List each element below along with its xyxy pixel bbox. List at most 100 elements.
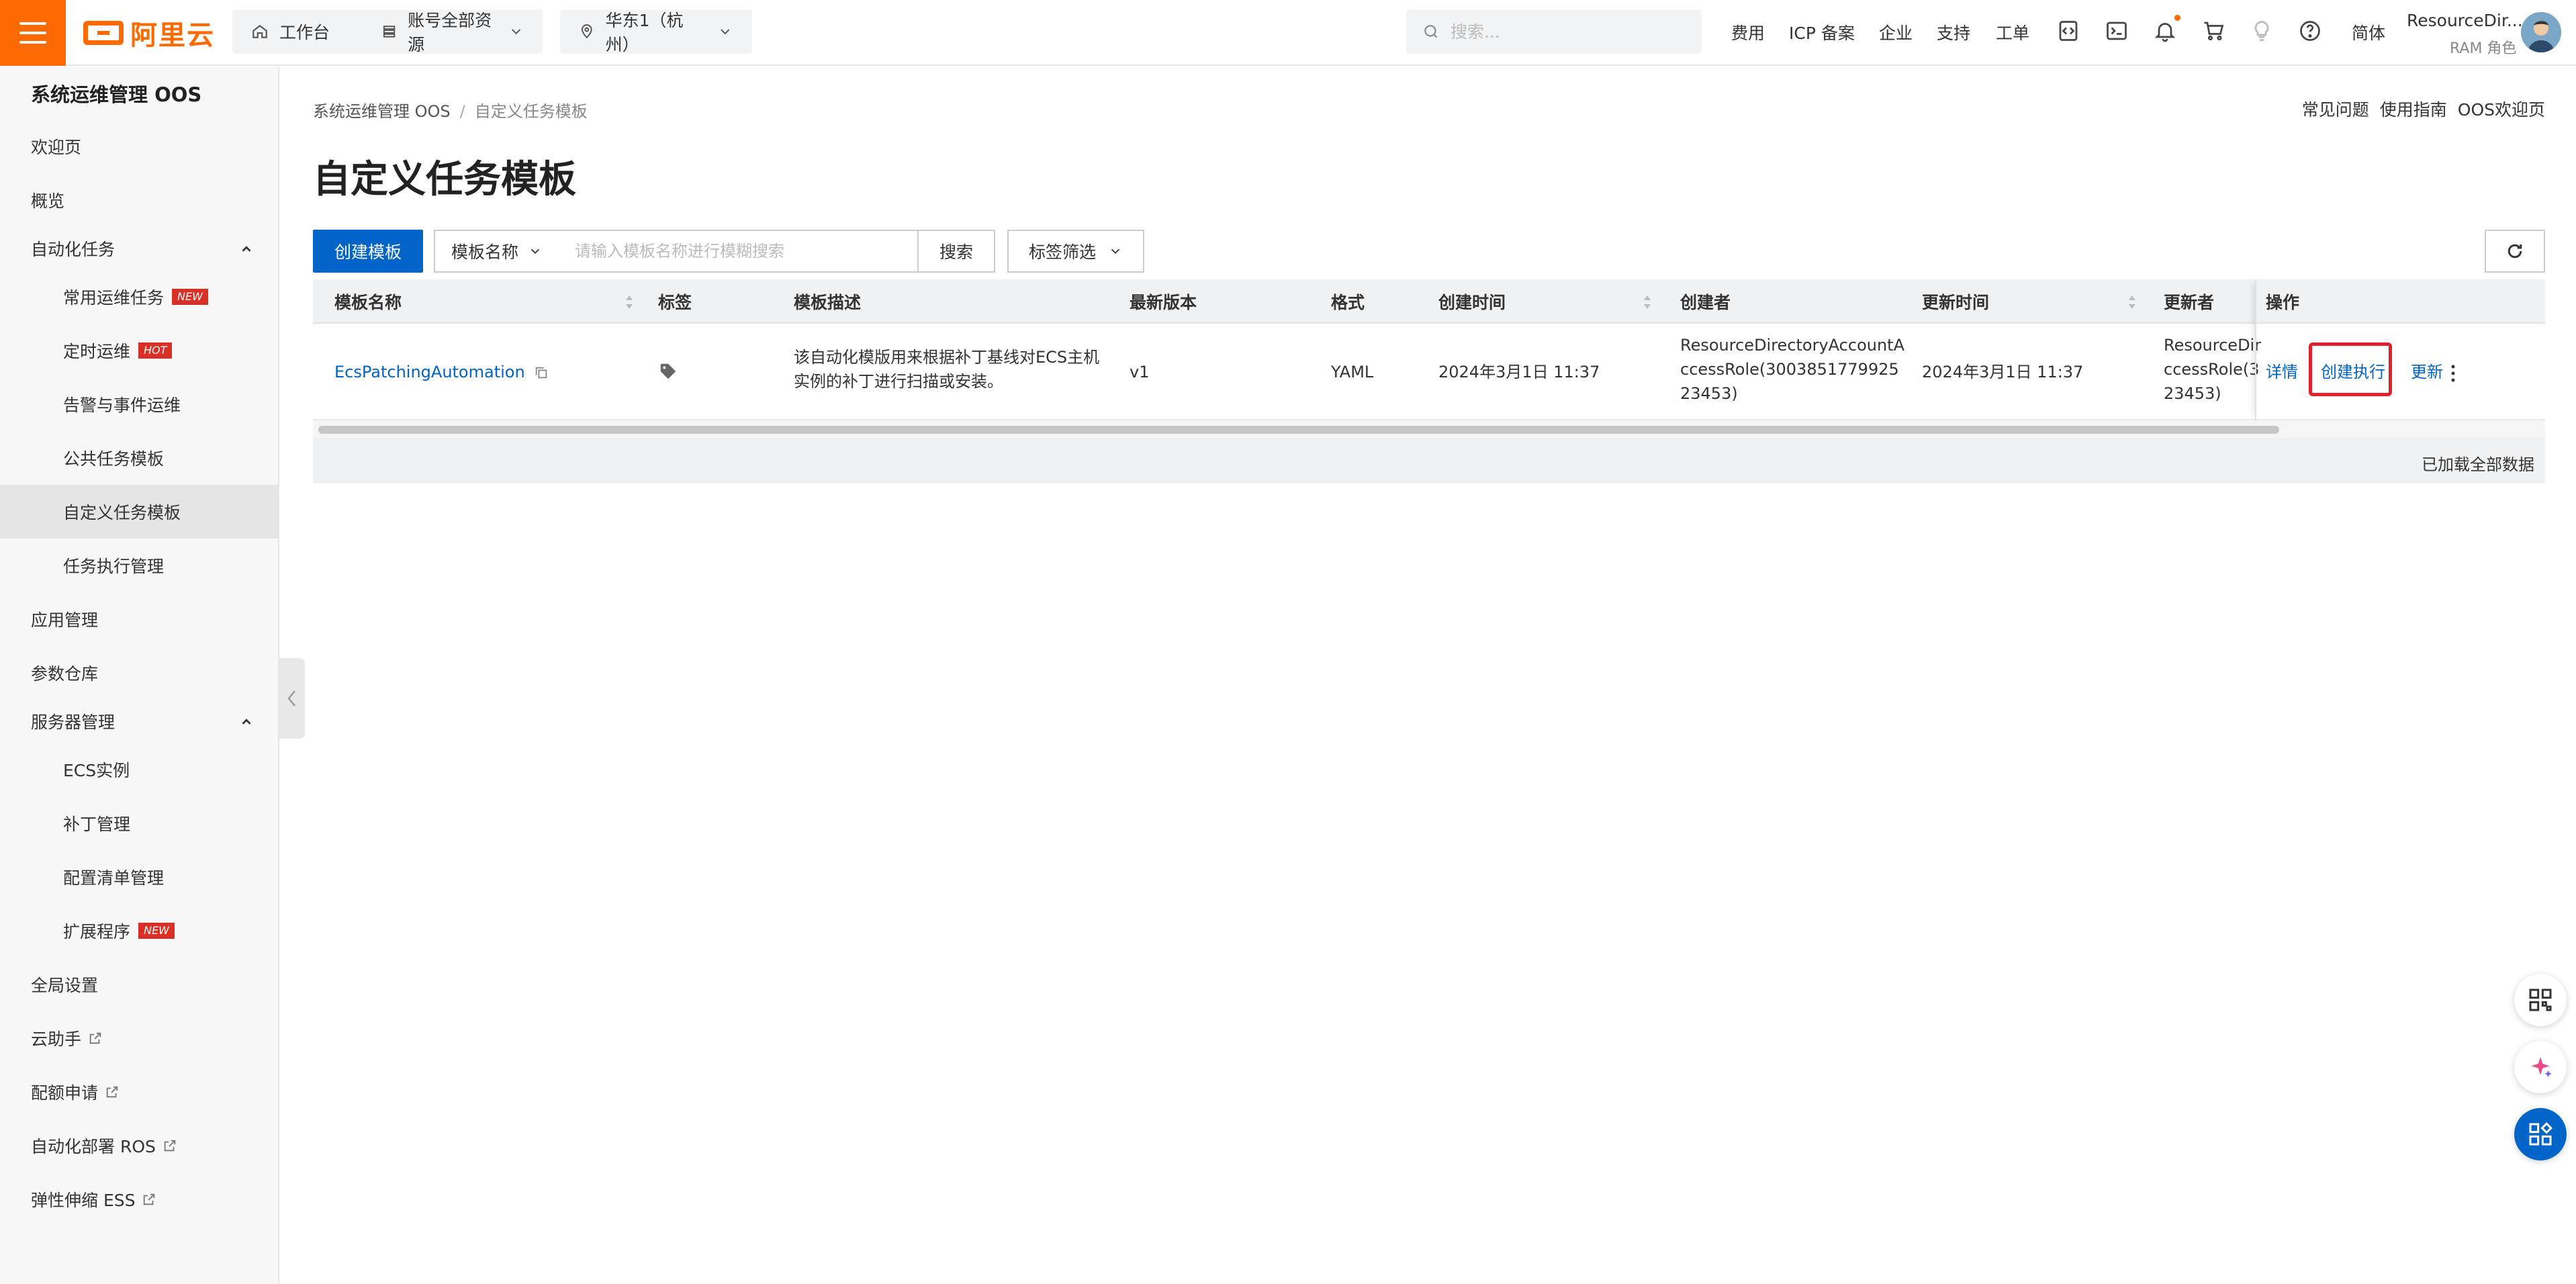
open-new-window-icon[interactable] — [534, 365, 549, 380]
sidebar-item-cloud-assistant[interactable]: 云助手 — [0, 1011, 278, 1065]
user-name[interactable]: ResourceDir... — [2407, 11, 2523, 30]
notification-dot — [2174, 15, 2180, 21]
more-options-icon[interactable] — [2448, 363, 2458, 384]
oos-welcome-link[interactable]: OOS欢迎页 — [2458, 97, 2545, 121]
template-format: YAML — [1331, 363, 1374, 381]
terminal-icon[interactable] — [2105, 19, 2129, 43]
sidebar-item-custom-templates[interactable]: 自定义任务模板 — [0, 485, 278, 539]
column-header-tags: 标签 — [658, 293, 692, 312]
code-icon[interactable] — [2056, 19, 2080, 43]
search-button[interactable]: 搜索 — [917, 230, 995, 273]
update-link[interactable]: 更新 — [2411, 360, 2443, 384]
topnav-link-ticket[interactable]: 工单 — [1996, 20, 2029, 44]
column-header-version: 最新版本 — [1130, 293, 1197, 312]
topnav-link-enterprise[interactable]: 企业 — [1879, 20, 1913, 44]
avatar[interactable] — [2521, 12, 2561, 52]
external-link-icon — [89, 1032, 101, 1044]
filter-field-select[interactable]: 模板名称 — [434, 230, 560, 273]
resource-scope-dropdown[interactable]: 账号全部资源 — [363, 9, 543, 54]
chevron-left-icon — [287, 690, 295, 706]
template-description: 该自动化模版用来根据补丁基线对ECS主机 实例的补丁进行扫描或安装。 — [794, 348, 1100, 391]
refresh-button[interactable] — [2485, 230, 2545, 273]
sidebar-item-app-management[interactable]: 应用管理 — [0, 592, 278, 646]
tag-filter-dropdown[interactable]: 标签筛选 — [1007, 230, 1144, 273]
sidebar-group-server-management[interactable]: 服务器管理 — [0, 694, 278, 748]
column-header-updated-at[interactable]: 更新时间 — [1922, 279, 1989, 324]
guide-link[interactable]: 使用指南 — [2380, 97, 2447, 121]
scrollbar-thumb[interactable] — [318, 426, 2279, 434]
new-badge: NEW — [138, 923, 175, 939]
template-name-link[interactable]: EcsPatchingAutomation — [334, 360, 549, 384]
external-link-icon — [144, 1193, 155, 1205]
sidebar-item-scheduled[interactable]: 定时运维 HOT — [0, 324, 278, 377]
column-header-updater: 更新者 — [2164, 293, 2215, 312]
sidebar-item-global-settings[interactable]: 全局设置 — [0, 958, 278, 1011]
ai-assistant-button[interactable] — [2514, 1041, 2567, 1093]
column-header-created-at[interactable]: 创建时间 — [1438, 279, 1506, 324]
bell-icon[interactable] — [2153, 19, 2177, 43]
template-updated-at: 2024年3月1日 11:37 — [1922, 363, 2084, 381]
aliyun-logo[interactable]: 阿里云 — [83, 15, 215, 51]
user-avatar-icon — [2521, 12, 2561, 52]
topnav-link-icp[interactable]: ICP 备案 — [1789, 20, 1855, 44]
sort-icon[interactable] — [1643, 294, 1652, 310]
breadcrumb-current: 自定义任务模板 — [474, 102, 588, 121]
chevron-up-icon — [242, 719, 251, 725]
detail-link[interactable]: 详情 — [2266, 360, 2298, 384]
sidebar-collapse-handle[interactable] — [279, 658, 305, 739]
sidebar-item-common-tasks[interactable]: 常用运维任务 NEW — [0, 270, 278, 324]
global-search-input[interactable] — [1451, 21, 1679, 42]
table-header: 模板名称 标签 模板描述 最新版本 格式 创建时间 创建者 更新时间 更新者 操… — [313, 279, 2545, 324]
external-link-icon — [164, 1140, 176, 1152]
actions-column — [2255, 279, 2545, 420]
faq-link[interactable]: 常见问题 — [2302, 97, 2369, 121]
sidebar-item-ros[interactable]: 自动化部署 ROS — [0, 1119, 278, 1173]
sort-icon[interactable] — [625, 294, 634, 310]
chevron-down-icon — [511, 29, 520, 35]
topnav-link-support[interactable]: 支持 — [1937, 20, 1970, 44]
sidebar-item-public-templates[interactable]: 公共任务模板 — [0, 431, 278, 485]
sidebar-item-inventory[interactable]: 配置清单管理 — [0, 850, 278, 904]
column-header-creator: 创建者 — [1680, 293, 1731, 312]
sidebar-item-executions[interactable]: 任务执行管理 — [0, 539, 278, 592]
table-footer: 已加载全部数据 — [313, 438, 2545, 484]
sidebar-item-overview[interactable]: 概览 — [0, 173, 278, 227]
sort-icon[interactable] — [2127, 294, 2137, 310]
column-header-name[interactable]: 模板名称 — [334, 279, 402, 324]
sidebar-item-extensions[interactable]: 扩展程序 NEW — [0, 904, 278, 958]
chevron-down-icon — [1111, 248, 1120, 255]
sidebar-item-parameters[interactable]: 参数仓库 — [0, 646, 278, 700]
refresh-icon — [2508, 244, 2522, 259]
sidebar-item-quota[interactable]: 配额申请 — [0, 1065, 278, 1119]
template-updater: ResourceDir ccessRole(3 23453) — [2164, 336, 2262, 403]
global-search[interactable] — [1406, 9, 1702, 54]
chevron-down-icon — [531, 248, 540, 255]
chevron-down-icon — [721, 29, 730, 35]
topnav-link-fees[interactable]: 费用 — [1731, 20, 1765, 44]
create-template-button[interactable]: 创建模板 — [313, 230, 423, 273]
lightbulb-icon[interactable] — [2250, 19, 2274, 43]
app-launcher-button[interactable] — [2514, 1108, 2567, 1160]
apps-grid-icon — [2529, 1122, 2552, 1146]
table-row: EcsPatchingAutomation 该自动化模版用来根据补丁基线对ECS… — [313, 324, 2545, 420]
sidebar: 系统运维管理 OOS 欢迎页 概览 自动化任务 常用运维任务 NEW 定时运维 HO… — [0, 67, 279, 1284]
sidebar-item-alarm-events[interactable]: 告警与事件运维 — [0, 377, 278, 431]
template-version: v1 — [1130, 363, 1150, 381]
qr-code-button[interactable] — [2514, 974, 2567, 1026]
tag-icon[interactable] — [658, 361, 678, 381]
breadcrumb-root[interactable]: 系统运维管理 OOS — [313, 102, 451, 121]
template-creator: ResourceDirectoryAccountA ccessRole(3003… — [1680, 336, 1904, 403]
language-switch[interactable]: 简体 — [2352, 20, 2385, 44]
sidebar-item-ess[interactable]: 弹性伸缩 ESS — [0, 1173, 278, 1226]
location-pin-icon — [581, 24, 592, 39]
template-search-input[interactable] — [559, 230, 919, 273]
sidebar-item-welcome[interactable]: 欢迎页 — [0, 120, 278, 173]
help-circle-icon[interactable] — [2298, 19, 2322, 43]
cart-icon[interactable] — [2201, 19, 2225, 43]
sidebar-item-patch-management[interactable]: 补丁管理 — [0, 796, 278, 850]
sidebar-item-ecs-instances[interactable]: ECS实例 — [0, 743, 278, 796]
sidebar-group-automation[interactable]: 自动化任务 — [0, 222, 278, 275]
home-icon — [252, 24, 267, 38]
region-dropdown[interactable]: 华东1（杭州） — [560, 9, 752, 54]
hamburger-menu-button[interactable] — [0, 0, 66, 66]
